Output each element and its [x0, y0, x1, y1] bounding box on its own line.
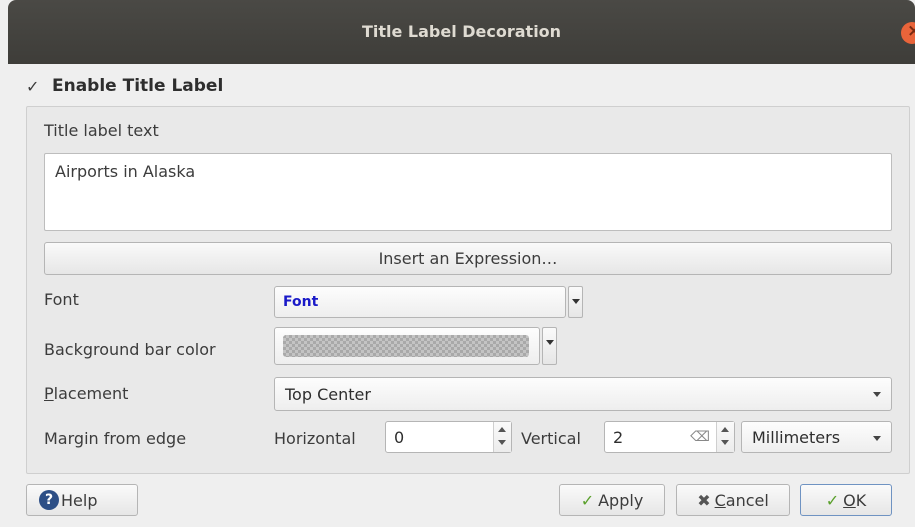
placement-select[interactable]: Top Center	[274, 377, 892, 411]
title-bar: Title Label Decoration	[8, 0, 915, 64]
insert-expression-button[interactable]: Insert an Expression…	[44, 242, 892, 275]
horizontal-margin-spinbox[interactable]: 0	[385, 421, 512, 453]
vertical-margin-spinbox[interactable]: 2 ⌫	[604, 421, 735, 453]
cancel-button[interactable]: ✖ Cancel	[676, 484, 790, 516]
units-select[interactable]: Millimeters	[741, 421, 892, 453]
title-label-text-value: Airports in Alaska	[55, 162, 196, 181]
font-dropdown-arrow[interactable]	[568, 286, 583, 318]
background-color-button[interactable]	[274, 327, 540, 365]
background-bar-color-label: Background bar color	[44, 340, 216, 359]
apply-button[interactable]: ✓ Apply	[559, 484, 665, 516]
background-color-dropdown-arrow[interactable]	[542, 327, 557, 365]
help-button-label: Help	[61, 490, 98, 510]
clear-icon[interactable]: ⌫	[690, 429, 710, 445]
font-sample: Font	[283, 294, 319, 310]
title-label-text-input[interactable]: Airports in Alaska	[44, 153, 892, 231]
chevron-down-icon	[873, 436, 881, 441]
window-title: Title Label Decoration	[361, 22, 562, 41]
checkmark-icon: ✓	[580, 490, 595, 510]
font-button[interactable]: Font	[274, 286, 566, 318]
vertical-margin-value: 2	[613, 428, 624, 447]
cancel-button-label: Cancel	[714, 490, 769, 510]
help-icon: ?	[39, 490, 59, 510]
placement-mnemonic: P	[44, 384, 54, 403]
placement-value: Top Center	[285, 385, 371, 404]
margin-from-edge-label: Margin from edge	[44, 429, 187, 448]
horizontal-margin-value: 0	[394, 428, 405, 447]
placement-label: Placement	[44, 384, 128, 403]
title-label-text-label: Title label text	[44, 121, 159, 140]
font-label: Font	[44, 290, 79, 309]
horizontal-label: Horizontal	[274, 429, 356, 448]
ok-button-label: OK	[843, 490, 867, 510]
chevron-down-icon	[873, 392, 881, 397]
insert-expression-label: Insert an Expression…	[378, 249, 558, 268]
checkmark-icon: ✓	[825, 490, 840, 510]
color-swatch	[283, 335, 529, 357]
enable-title-label-row[interactable]: ✓ Enable Title Label	[26, 76, 223, 96]
vertical-label: Vertical	[521, 429, 581, 448]
checkbox-check-icon[interactable]: ✓	[26, 77, 44, 96]
x-icon: ✖	[697, 490, 711, 510]
enable-title-label: Enable Title Label	[52, 76, 224, 96]
help-button[interactable]: ? Help	[26, 484, 138, 516]
placement-label-rest: lacement	[53, 384, 129, 403]
horizontal-spin-arrows[interactable]	[493, 422, 511, 452]
apply-button-label: Apply	[598, 490, 644, 510]
ok-button[interactable]: ✓ OK	[800, 484, 892, 516]
vertical-spin-arrows[interactable]	[716, 422, 734, 452]
units-value: Millimeters	[752, 428, 841, 447]
